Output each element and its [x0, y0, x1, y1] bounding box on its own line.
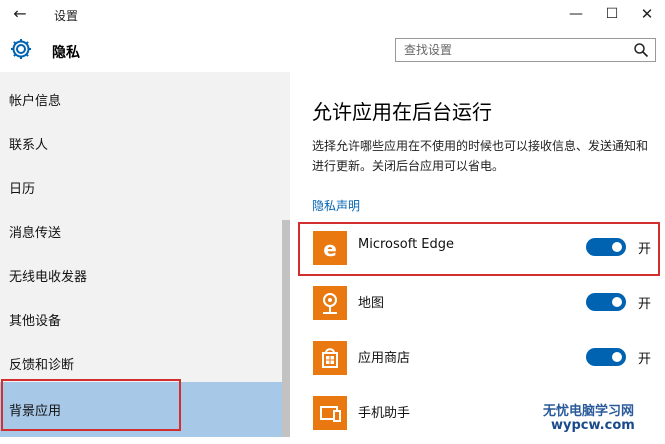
watermark-line-1: 无忧电脑学习网	[543, 404, 635, 419]
gear-icon	[11, 39, 31, 59]
app-row-store: 应用商店 开	[310, 337, 660, 389]
toggle-knob	[612, 352, 622, 362]
privacy-statement-link[interactable]: 隐私声明	[312, 197, 360, 214]
sidebar-item-other-devices[interactable]: 其他设备	[0, 297, 280, 341]
store-icon	[313, 341, 347, 375]
highlight-box-edge	[298, 222, 660, 276]
app-row-maps: 地图 开	[310, 282, 660, 334]
sidebar-item-label: 消息传送	[9, 226, 62, 241]
section-description: 选择允许哪些应用在不使用的时候也可以接收信息、发送通知和进行更新。关闭后台应用可…	[312, 139, 649, 173]
toggle-state-label: 开	[638, 352, 652, 367]
window-title: 设置	[54, 9, 79, 23]
maximize-button[interactable]: ☐	[597, 3, 627, 25]
minimize-button[interactable]: —	[561, 3, 591, 25]
watermark: 无忧电脑学习网 wypcw.com	[537, 398, 665, 437]
search-box[interactable]	[395, 38, 656, 62]
toggle-state-label: 开	[638, 297, 652, 312]
sidebar-item-account-info[interactable]: 帐户信息	[0, 77, 280, 121]
sidebar-item-label: 日历	[9, 182, 36, 197]
sidebar-item-label: 无线电收发器	[9, 270, 88, 285]
sidebar-scrollbar[interactable]	[282, 220, 290, 437]
watermark-line-2: wypcw.com	[551, 418, 635, 433]
app-name: 应用商店	[358, 351, 411, 366]
sidebar-item-messaging[interactable]: 消息传送	[0, 209, 280, 253]
sidebar-item-label: 帐户信息	[9, 94, 62, 109]
maps-icon	[313, 286, 347, 320]
page-title: 隐私	[52, 45, 80, 61]
section-title: 允许应用在后台运行	[312, 100, 492, 124]
app-name: 地图	[358, 296, 385, 311]
close-button[interactable]: ✕	[632, 3, 662, 25]
sidebar-item-radios[interactable]: 无线电收发器	[0, 253, 280, 297]
toggle-knob	[612, 297, 622, 307]
highlight-box-background-apps	[1, 379, 181, 431]
sidebar-item-contacts[interactable]: 联系人	[0, 121, 280, 165]
search-input[interactable]	[404, 41, 624, 59]
title-bar: ← 设置 — ☐ ✕	[0, 0, 665, 30]
maps-toggle[interactable]	[586, 293, 626, 311]
store-toggle[interactable]	[586, 348, 626, 366]
app-name: 手机助手	[358, 406, 411, 421]
back-button[interactable]: ←	[10, 4, 30, 24]
sidebar-item-label: 联系人	[9, 138, 49, 153]
sidebar-item-label: 反馈和诊断	[9, 358, 75, 373]
sidebar-item-calendar[interactable]: 日历	[0, 165, 280, 209]
sidebar-item-label: 其他设备	[9, 314, 62, 329]
page-header: 隐私	[0, 30, 665, 70]
phone-companion-icon	[313, 396, 347, 430]
search-icon[interactable]	[633, 42, 649, 58]
